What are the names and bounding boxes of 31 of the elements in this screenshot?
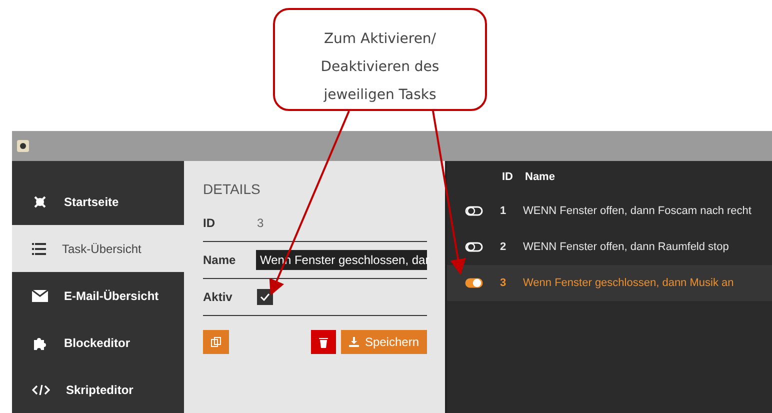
task-name: WENN Fenster offen, dann Raumfeld stop [523,241,729,253]
task-row[interactable]: 3 Wenn Fenster geschlossen, dann Musik an [447,265,772,301]
task-name: WENN Fenster offen, dann Foscam nach recht [523,205,752,217]
field-label: ID [203,216,216,230]
list-icon [32,242,46,254]
callout-text: Zum Aktivieren/ [324,30,436,49]
copy-button[interactable] [203,330,229,354]
copy-icon [211,337,221,347]
column-header: ID [502,171,514,183]
trash-icon [318,336,328,348]
task-id: 1 [500,205,508,217]
id-value: 3 [257,216,264,230]
envelope-icon [32,290,48,302]
sidebar-item[interactable]: Task-Übersicht [12,225,184,272]
download-icon [348,337,359,347]
column-header: Name [525,171,555,183]
checkmark-icon [260,293,270,301]
field-label: Aktiv [203,290,234,304]
active-checkbox[interactable] [257,289,273,305]
task-name: Wenn Fenster geschlossen, dann Musik an [523,277,734,289]
code-icon [32,384,50,396]
task-id: 2 [500,241,508,253]
callout-text: Deaktivieren des [320,58,440,77]
callout-text: jeweiligen Tasks [324,86,436,105]
field-label: Name [203,253,237,267]
details-heading: DETAILS [203,181,262,197]
toggle-switch[interactable] [465,278,483,288]
network-icon [32,194,48,210]
task-id: 3 [500,277,508,289]
delete-button[interactable] [310,330,336,354]
app-icon [17,140,29,152]
